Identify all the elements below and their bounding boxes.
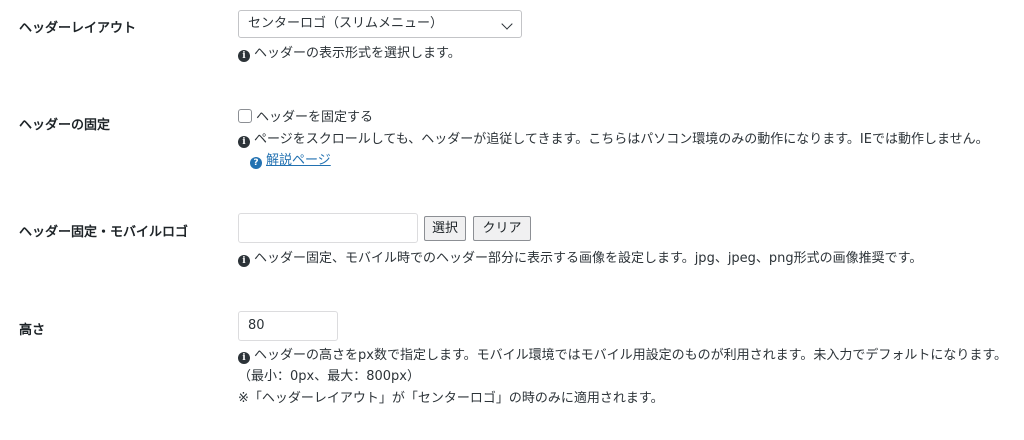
info-icon: i bbox=[238, 352, 250, 364]
select-image-button[interactable]: 選択 bbox=[424, 216, 466, 241]
fixed-mobile-logo-description: i ヘッダー固定、モバイル時でのヘッダー部分に表示する画像を設定します。jpg、j… bbox=[238, 248, 922, 269]
height-note: ※「ヘッダーレイアウト」が「センターロゴ」の時のみに適用されます。 bbox=[238, 391, 664, 406]
help-circle-icon: ? bbox=[250, 157, 262, 169]
info-icon: i bbox=[238, 50, 250, 62]
header-layout-select[interactable]: センターロゴ（スリムメニュー） bbox=[238, 10, 522, 38]
header-layout-description: i ヘッダーの表示形式を選択します。 bbox=[238, 43, 461, 64]
header-fixed-description: i ページをスクロールしても、ヘッダーが追従してきます。こちらはパソコン環境のみの… bbox=[238, 129, 1013, 171]
header-layout-label: ヘッダーレイアウト bbox=[19, 21, 137, 36]
header-fixed-checkbox-label: ヘッダーを固定する bbox=[256, 110, 374, 125]
header-fixed-label: ヘッダーの固定 bbox=[19, 118, 111, 133]
height-description: i ヘッダーの高さをpx数で指定します。モバイル環境ではモバイル用設定のものが利用… bbox=[238, 348, 1008, 384]
fixed-mobile-logo-label: ヘッダー固定・モバイルロゴ bbox=[19, 225, 189, 240]
help-page-link[interactable]: 解説ページ bbox=[266, 153, 331, 168]
header-fixed-checkbox[interactable] bbox=[238, 109, 252, 123]
header-fixed-checkbox-row[interactable]: ヘッダーを固定する bbox=[238, 107, 373, 128]
info-icon: i bbox=[238, 255, 250, 267]
clear-image-button[interactable]: クリア bbox=[473, 216, 531, 241]
chevron-down-icon bbox=[501, 18, 513, 30]
height-input[interactable]: 80 bbox=[238, 311, 338, 341]
info-icon: i bbox=[238, 136, 250, 148]
height-label: 高さ bbox=[19, 323, 46, 338]
logo-url-input[interactable] bbox=[238, 213, 418, 243]
header-layout-select-value: センターロゴ（スリムメニュー） bbox=[248, 16, 444, 31]
